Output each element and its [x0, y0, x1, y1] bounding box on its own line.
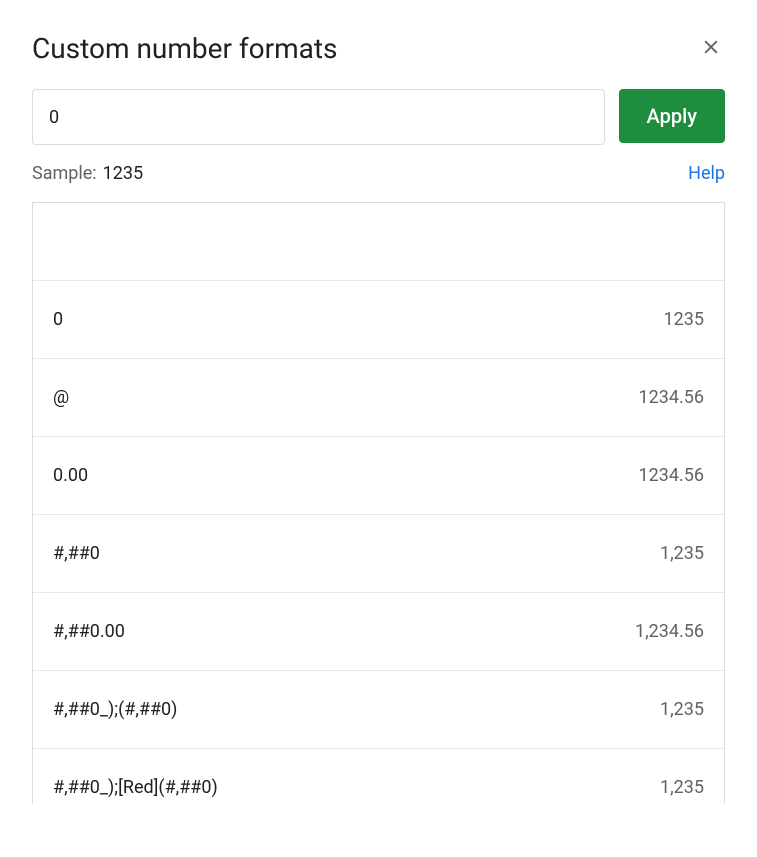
format-code: #,##0.00 [53, 621, 125, 642]
format-preview: 1,234.56 [635, 621, 704, 642]
format-preview: 1,235 [660, 777, 704, 798]
format-preview: 1,235 [660, 543, 704, 564]
format-preview: 1,235 [660, 699, 704, 720]
format-preview: 1234.56 [639, 387, 704, 408]
format-row[interactable]: @1234.56 [33, 359, 724, 437]
format-input[interactable] [32, 89, 605, 145]
format-row[interactable]: #,##0.00 1,234.56 [33, 593, 724, 671]
format-row[interactable]: 0 1235 [33, 281, 724, 359]
format-code: #,##0_);[Red](#,##0) [53, 777, 218, 798]
format-row[interactable]: #,##0 1,235 [33, 515, 724, 593]
format-code: #,##0_);(#,##0) [53, 699, 177, 720]
close-icon [701, 37, 721, 60]
sample-value: 1235 [103, 163, 143, 184]
dialog-title: Custom number formats [32, 32, 338, 65]
format-code: @ [53, 387, 69, 408]
format-row[interactable]: #,##0_);(#,##0) 1,235 [33, 671, 724, 749]
format-preview: 1234.56 [639, 465, 704, 486]
sample-label: Sample: [32, 163, 97, 184]
format-row[interactable]: #,##0_);[Red](#,##0) 1,235 [33, 749, 724, 804]
format-preview: 1235 [664, 309, 704, 330]
format-list[interactable]: 0 1235 @1234.56 0.00 1234.56 #,##0 1,235 #,##0.… [32, 202, 725, 804]
list-spacer [33, 203, 724, 281]
format-row[interactable]: 0.00 1234.56 [33, 437, 724, 515]
apply-button[interactable]: Apply [619, 89, 725, 143]
help-link[interactable]: Help [688, 163, 725, 184]
format-code: #,##0 [53, 543, 100, 564]
format-code: 0.00 [53, 465, 88, 486]
format-code: 0 [53, 309, 63, 330]
close-button[interactable] [697, 33, 725, 64]
